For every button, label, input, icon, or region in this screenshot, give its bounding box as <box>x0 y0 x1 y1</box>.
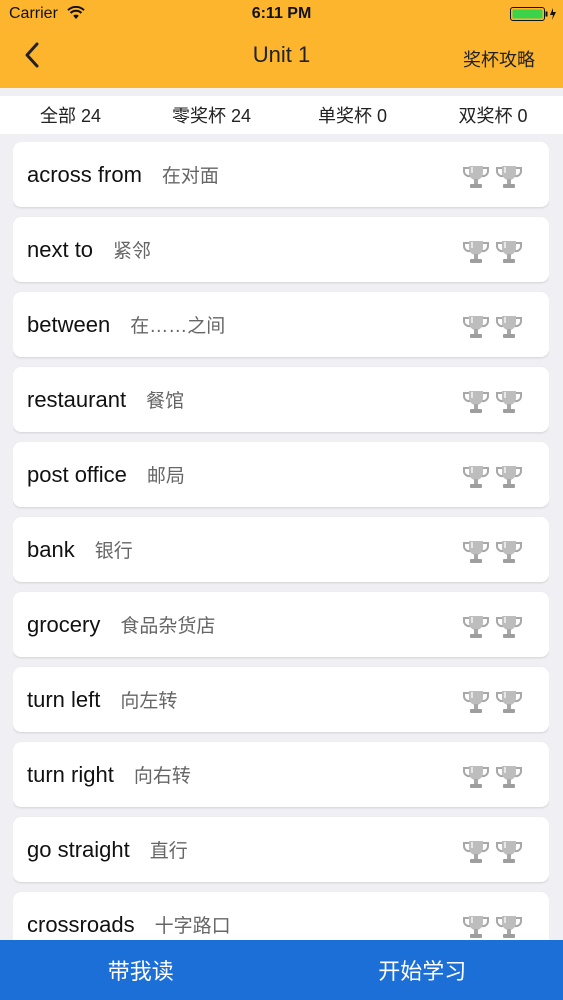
word-text: between <box>27 311 111 337</box>
trophy-status <box>462 689 523 715</box>
word-text: next to <box>27 236 94 262</box>
word-card[interactable]: go straight 直行 <box>13 817 549 882</box>
word-meaning: 向右转 <box>133 766 191 787</box>
trophy-status <box>462 539 523 565</box>
word-card[interactable]: next to 紧邻 <box>13 217 549 282</box>
trophy-status <box>462 239 523 265</box>
word-meaning: 在对面 <box>161 166 219 187</box>
word-meaning: 邮局 <box>146 466 185 487</box>
read-with-me-button[interactable]: 带我读 <box>0 940 282 1000</box>
trophy-icon <box>495 314 523 340</box>
trophy-icon <box>495 464 523 490</box>
trophy-status <box>462 389 523 415</box>
word-text: bank <box>27 536 75 562</box>
trophy-icon <box>495 539 523 565</box>
trophy-guide-button[interactable]: 奖杯攻略 <box>463 46 535 72</box>
trophy-icon <box>462 839 490 865</box>
battery-icon <box>510 7 556 21</box>
word-text: crossroads <box>27 911 135 937</box>
word-text: across from <box>27 161 142 187</box>
trophy-icon <box>495 914 523 940</box>
trophy-status <box>462 914 523 940</box>
trophy-icon <box>495 689 523 715</box>
word-card[interactable]: turn left 向左转 <box>13 667 549 732</box>
word-list: across from 在对面 next to 紧邻 between 在……之间 resta… <box>13 142 549 940</box>
trophy-icon <box>462 239 490 265</box>
tab-double-trophy[interactable]: 双奖杯 0 <box>423 96 563 134</box>
word-card[interactable]: grocery 食品杂货店 <box>13 592 549 657</box>
trophy-icon <box>462 164 490 190</box>
trophy-status <box>462 764 523 790</box>
word-meaning: 紧邻 <box>113 241 152 262</box>
word-text: turn left <box>27 686 101 712</box>
trophy-icon <box>462 314 490 340</box>
word-meaning: 食品杂货店 <box>120 616 216 637</box>
trophy-icon <box>462 539 490 565</box>
trophy-status <box>462 314 523 340</box>
word-meaning: 向左转 <box>120 691 178 712</box>
bottom-bar: 带我读 开始学习 <box>0 940 563 1000</box>
trophy-icon <box>495 389 523 415</box>
filter-tabs: 全部 24 零奖杯 24 单奖杯 0 双奖杯 0 <box>0 96 563 134</box>
nav-bar: Unit 1 奖杯攻略 <box>0 30 563 88</box>
word-text: turn right <box>27 761 114 787</box>
trophy-icon <box>462 764 490 790</box>
tab-zero-trophy[interactable]: 零奖杯 24 <box>141 96 282 134</box>
trophy-icon <box>462 689 490 715</box>
app-screen: Carrier 6:11 PM Unit 1 奖杯攻略 全部 24 零奖杯 24… <box>0 0 563 1000</box>
trophy-icon <box>495 839 523 865</box>
word-card[interactable]: turn right 向右转 <box>13 742 549 807</box>
trophy-status <box>462 839 523 865</box>
chevron-left-icon[interactable] <box>20 40 46 70</box>
word-card[interactable]: crossroads 十字路口 <box>13 892 549 940</box>
word-text: restaurant <box>27 386 127 412</box>
trophy-icon <box>495 764 523 790</box>
word-meaning: 直行 <box>149 841 188 862</box>
tab-all[interactable]: 全部 24 <box>0 96 141 134</box>
word-meaning: 十字路口 <box>154 916 231 937</box>
start-learning-button[interactable]: 开始学习 <box>282 940 563 1000</box>
word-text: post office <box>27 461 127 487</box>
word-card[interactable]: restaurant 餐馆 <box>13 367 549 432</box>
word-card[interactable]: bank 银行 <box>13 517 549 582</box>
tab-single-trophy[interactable]: 单奖杯 0 <box>282 96 423 134</box>
trophy-icon <box>462 614 490 640</box>
word-card[interactable]: between 在……之间 <box>13 292 549 357</box>
word-meaning: 在……之间 <box>130 316 226 337</box>
trophy-status <box>462 464 523 490</box>
header: Carrier 6:11 PM Unit 1 奖杯攻略 <box>0 0 563 88</box>
trophy-icon <box>495 239 523 265</box>
clock: 6:11 PM <box>251 5 312 22</box>
trophy-icon <box>462 464 490 490</box>
word-meaning: 银行 <box>94 541 133 562</box>
trophy-status <box>462 614 523 640</box>
word-meaning: 餐馆 <box>146 391 185 412</box>
trophy-icon <box>495 164 523 190</box>
trophy-icon <box>495 614 523 640</box>
word-card[interactable]: across from 在对面 <box>13 142 549 207</box>
trophy-icon <box>462 914 490 940</box>
word-text: go straight <box>27 836 130 862</box>
trophy-icon <box>462 389 490 415</box>
trophy-status <box>462 164 523 190</box>
word-text: grocery <box>27 611 101 637</box>
status-bar: Carrier 6:11 PM <box>0 0 563 30</box>
word-card[interactable]: post office 邮局 <box>13 442 549 507</box>
